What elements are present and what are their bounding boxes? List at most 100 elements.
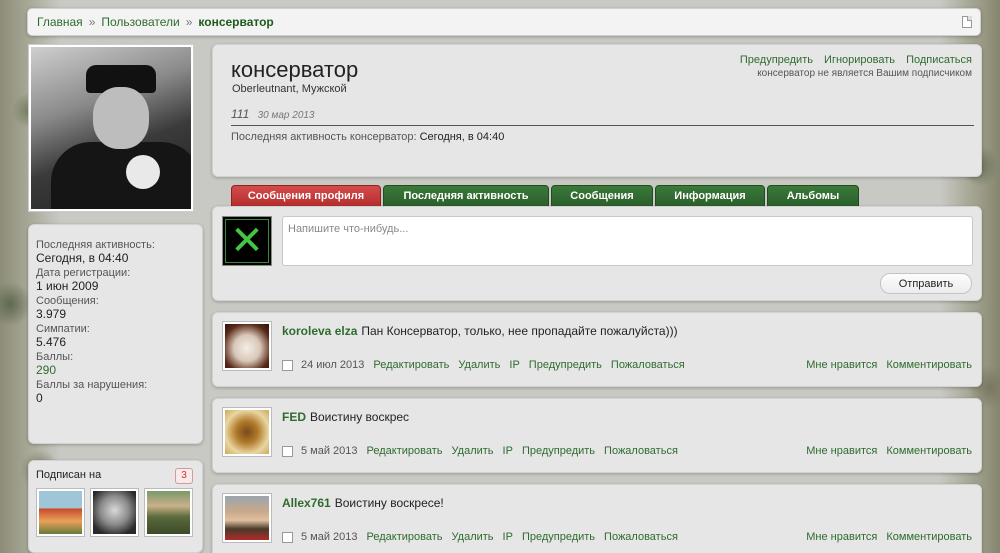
- avatar-image: [147, 491, 190, 534]
- following-avatar[interactable]: [144, 488, 193, 537]
- last-activity-value: Сегодня, в 04:40: [419, 131, 505, 143]
- avatar-image: [93, 491, 136, 534]
- tab-posts[interactable]: Сообщения: [551, 185, 653, 207]
- following-avatar[interactable]: [36, 488, 85, 537]
- ip-link[interactable]: IP: [509, 359, 519, 371]
- post-date[interactable]: 5 май 2013: [301, 531, 358, 543]
- profile-user-title: Oberleutnant, Мужской: [232, 83, 347, 95]
- report-link[interactable]: Пожаловаться: [604, 531, 678, 543]
- breadcrumb-users[interactable]: Пользователи: [101, 15, 179, 29]
- profile-actions: Предупредить Игнорировать Подписаться: [732, 54, 972, 66]
- post-author[interactable]: Allex761: [282, 496, 331, 510]
- tab-recent-activity[interactable]: Последняя активность: [383, 185, 549, 207]
- following-count-badge[interactable]: 3: [175, 468, 193, 484]
- post-author[interactable]: FED: [282, 410, 306, 424]
- report-link[interactable]: Пожаловаться: [611, 359, 685, 371]
- following-avatar[interactable]: [90, 488, 139, 537]
- post-avatar[interactable]: [222, 493, 272, 543]
- avatar-image: ✕: [225, 219, 269, 263]
- breadcrumb: Главная » Пользователи » консерватор: [27, 8, 981, 36]
- stat-label: Дата регистрации:: [36, 267, 131, 279]
- profile-status: 111 30 мар 2013: [231, 107, 315, 121]
- tab-profile-posts[interactable]: Сообщения профиля: [231, 185, 381, 207]
- post-avatar[interactable]: [222, 321, 272, 371]
- x-logo-icon: ✕: [230, 218, 264, 264]
- stat-value-points[interactable]: 290: [36, 363, 195, 377]
- post-meta: 5 май 2013 Редактировать Удалить IP Пред…: [282, 444, 972, 458]
- ip-link[interactable]: IP: [503, 531, 513, 543]
- like-link[interactable]: Мне нравится: [806, 359, 877, 371]
- profile-avatar[interactable]: [28, 44, 194, 212]
- breadcrumb-home[interactable]: Главная: [37, 15, 83, 29]
- post-date[interactable]: 24 июл 2013: [301, 359, 364, 371]
- like-link[interactable]: Мне нравится: [806, 445, 877, 457]
- status-input[interactable]: [282, 216, 973, 266]
- breadcrumb-separator: »: [185, 15, 193, 29]
- stat-value: 5.476: [36, 335, 67, 349]
- stat-value[interactable]: 3.979: [36, 307, 195, 321]
- avatar-photo: [31, 47, 191, 209]
- tab-information[interactable]: Информация: [655, 185, 765, 207]
- comment-link[interactable]: Комментировать: [886, 445, 972, 457]
- avatar-image: [225, 496, 269, 540]
- page-document-icon[interactable]: [962, 16, 972, 28]
- like-link[interactable]: Мне нравится: [806, 531, 877, 543]
- status-composer: ✕ Отправить: [212, 206, 982, 301]
- edit-link[interactable]: Редактировать: [367, 445, 443, 457]
- my-avatar[interactable]: ✕: [222, 216, 272, 266]
- stat-label: Сообщения:: [36, 295, 99, 307]
- edit-link[interactable]: Редактировать: [367, 531, 443, 543]
- post-body: koroleva elza Пан Консерватор, только, не…: [282, 324, 678, 338]
- follow-button[interactable]: Подписаться: [906, 54, 972, 66]
- ip-link[interactable]: IP: [503, 445, 513, 457]
- status-date[interactable]: 30 мар 2013: [258, 110, 315, 121]
- post-meta-right: Мне нравится Комментировать: [797, 359, 972, 371]
- following-avatars: [36, 488, 195, 537]
- comment-link[interactable]: Комментировать: [886, 359, 972, 371]
- post-meta: 5 май 2013 Редактировать Удалить IP Пред…: [282, 530, 972, 544]
- stat-label: Баллы:: [36, 351, 74, 363]
- comment-link[interactable]: Комментировать: [886, 531, 972, 543]
- select-checkbox[interactable]: [282, 445, 293, 457]
- warn-button[interactable]: Предупредить: [740, 54, 813, 66]
- follow-note: консерватор не является Вашим подписчико…: [757, 68, 972, 79]
- stat-value: Сегодня, в 04:40: [36, 251, 129, 265]
- post-meta-right: Мне нравится Комментировать: [797, 445, 972, 457]
- edit-link[interactable]: Редактировать: [373, 359, 449, 371]
- avatar-image: [225, 410, 269, 454]
- breadcrumb-current[interactable]: консерватор: [198, 15, 273, 29]
- stat-value: 0: [36, 391, 43, 405]
- select-checkbox[interactable]: [282, 531, 293, 543]
- avatar-shape: [93, 87, 149, 149]
- delete-link[interactable]: Удалить: [458, 359, 500, 371]
- ignore-button[interactable]: Игнорировать: [824, 54, 895, 66]
- stat-value: 1 июн 2009: [36, 279, 99, 293]
- stat-label: Баллы за нарушения:: [36, 379, 148, 391]
- profile-post: Allex761 Воистину воскресе! 5 май 2013 Ре…: [212, 484, 982, 553]
- breadcrumb-separator: »: [88, 15, 96, 29]
- stat-label: Симпатии:: [36, 323, 90, 335]
- send-button[interactable]: Отправить: [880, 273, 972, 294]
- delete-link[interactable]: Удалить: [452, 531, 494, 543]
- post-meta: 24 июл 2013 Редактировать Удалить IP Пре…: [282, 358, 972, 372]
- post-body: Allex761 Воистину воскресе!: [282, 496, 444, 510]
- report-link[interactable]: Пожаловаться: [604, 445, 678, 457]
- post-message: Пан Консерватор, только, нее пропадайте …: [361, 324, 678, 338]
- profile-post: koroleva elza Пан Консерватор, только, не…: [212, 312, 982, 387]
- stat-label: Последняя активность:: [36, 239, 155, 251]
- post-date[interactable]: 5 май 2013: [301, 445, 358, 457]
- tab-albums[interactable]: Альбомы: [767, 185, 859, 207]
- member-stats: Последняя активность: Сегодня, в 04:40 Д…: [28, 224, 203, 444]
- status-text: 111: [231, 107, 250, 121]
- select-checkbox[interactable]: [282, 359, 293, 371]
- post-author[interactable]: koroleva elza: [282, 324, 357, 338]
- profile-post: FED Воистину воскрес 5 май 2013 Редактиро…: [212, 398, 982, 473]
- profile-header: консерватор Oberleutnant, Мужской 111 30…: [212, 44, 982, 177]
- post-avatar[interactable]: [222, 407, 272, 457]
- post-meta-right: Мне нравится Комментировать: [797, 531, 972, 543]
- avatar-image: [39, 491, 82, 534]
- warn-link[interactable]: Предупредить: [522, 445, 595, 457]
- warn-link[interactable]: Предупредить: [522, 531, 595, 543]
- warn-link[interactable]: Предупредить: [529, 359, 602, 371]
- delete-link[interactable]: Удалить: [452, 445, 494, 457]
